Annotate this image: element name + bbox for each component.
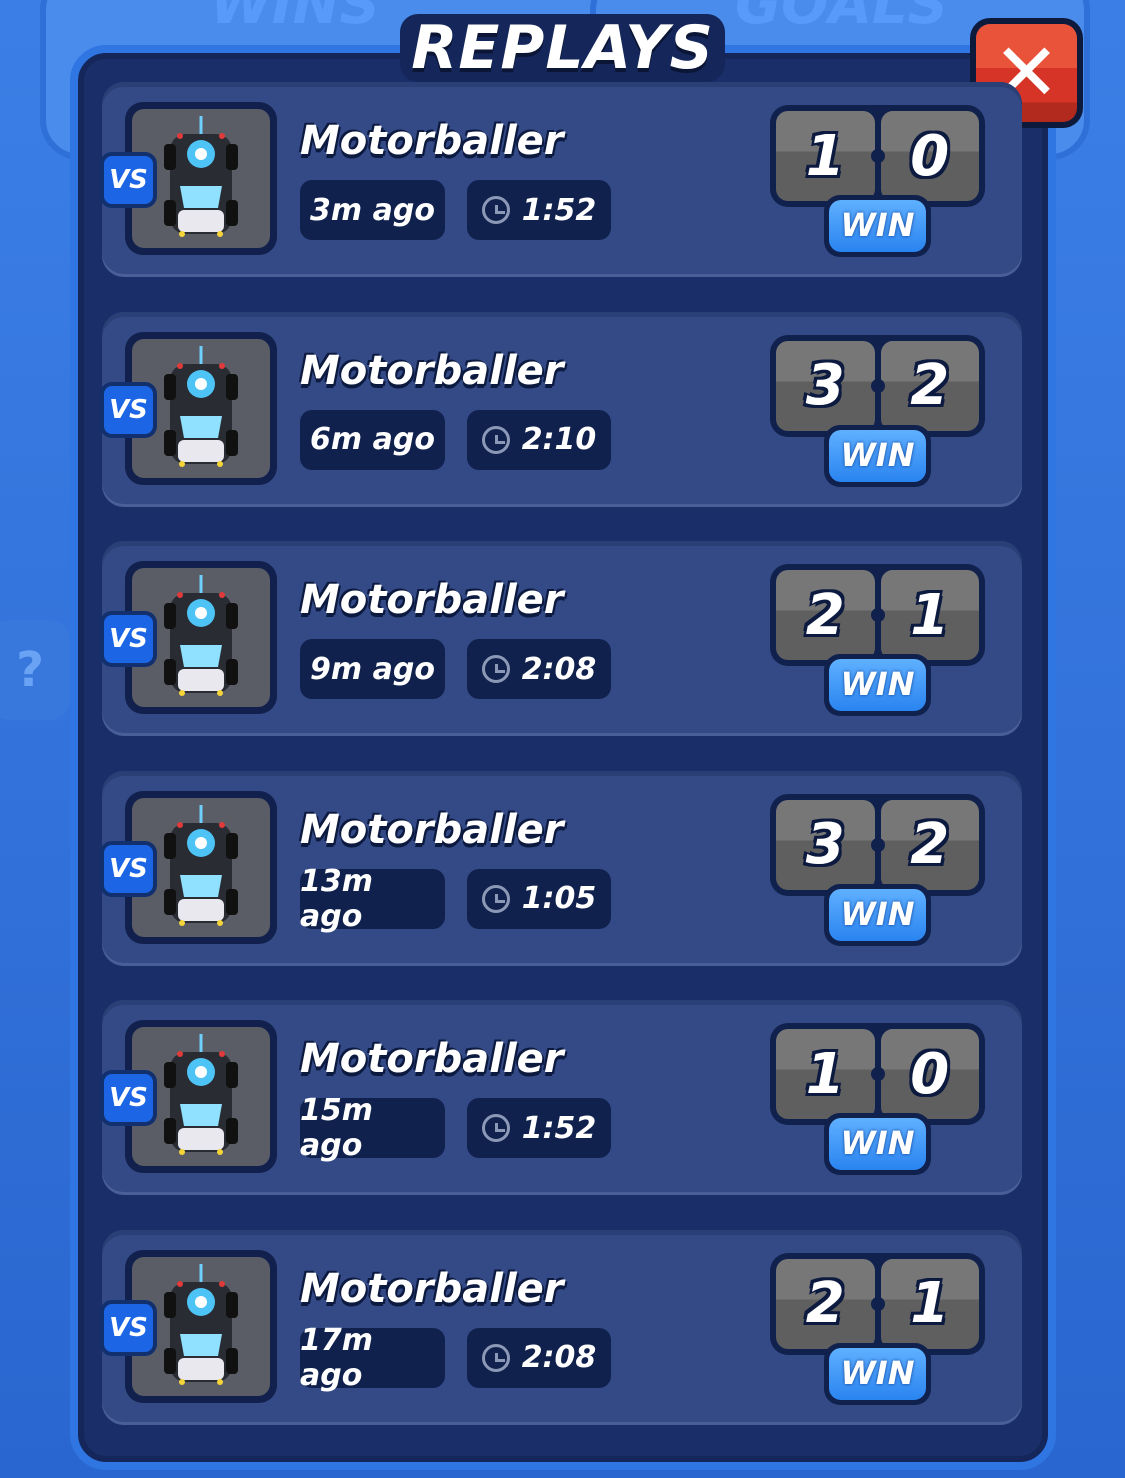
time-ago: 17m ago xyxy=(300,1323,445,1393)
result-label: WIN xyxy=(829,1347,926,1400)
scoreboard: 2 1 xyxy=(770,1252,985,1355)
result-badge: WIN xyxy=(824,1342,931,1405)
score-right: 1 xyxy=(880,1258,979,1349)
car-icon xyxy=(164,575,238,696)
score-separator xyxy=(871,837,885,852)
score-separator xyxy=(871,608,885,622)
match-duration: 2:08 xyxy=(467,639,611,699)
score-left: 2 xyxy=(776,570,875,660)
replay-card[interactable]: VS Motorballer 13m ago 1:05 3 2 WIN xyxy=(100,770,1022,966)
replay-card[interactable]: VS Motorballer 6m ago 2:10 3 2 WIN xyxy=(100,311,1022,507)
duration-value: 1:52 xyxy=(521,1110,597,1146)
scoreboard: 1 0 xyxy=(770,105,985,207)
background-goals-label: GOALS xyxy=(735,0,948,37)
stopwatch-icon xyxy=(481,655,510,683)
result-badge: WIN xyxy=(824,1113,931,1175)
match-duration: 2:08 xyxy=(467,1327,611,1388)
duration-value: 1:05 xyxy=(521,881,597,916)
result-badge: WIN xyxy=(824,424,931,487)
opponent-name: Motorballer xyxy=(300,806,564,853)
stopwatch-icon xyxy=(481,196,510,224)
car-icon xyxy=(164,804,238,926)
time-ago: 3m ago xyxy=(300,180,445,240)
score-right: 2 xyxy=(880,340,979,431)
vs-badge: VS xyxy=(100,381,157,438)
opponent-name: Motorballer xyxy=(300,1036,564,1082)
duration-value: 2:08 xyxy=(521,651,597,687)
opponent-name: Motorballer xyxy=(300,577,564,623)
result-badge: WIN xyxy=(824,654,931,716)
scoreboard: 2 1 xyxy=(770,564,985,666)
opponent-name: Motorballer xyxy=(300,347,564,394)
result-label: WIN xyxy=(829,200,926,252)
scoreboard: 1 0 xyxy=(770,1023,985,1125)
duration-value: 2:10 xyxy=(521,422,597,457)
car-icon xyxy=(164,345,238,467)
replay-card[interactable]: VS Motorballer 3m ago 1:52 1 0 WIN xyxy=(100,82,1022,277)
result-label: WIN xyxy=(829,1118,926,1170)
match-duration: 1:52 xyxy=(467,1098,611,1158)
dialog-title: REPLAYS xyxy=(400,14,725,82)
score-separator xyxy=(871,149,885,163)
score-left: 3 xyxy=(776,799,875,890)
result-badge: WIN xyxy=(824,883,931,946)
duration-value: 2:08 xyxy=(521,1340,597,1375)
vs-badge: VS xyxy=(100,611,157,667)
result-badge: WIN xyxy=(824,195,931,257)
result-label: WIN xyxy=(829,659,926,711)
scoreboard: 3 2 xyxy=(770,334,985,437)
score-separator xyxy=(871,1067,885,1081)
opponent-name: Motorballer xyxy=(300,1265,564,1312)
score-left: 3 xyxy=(776,340,875,431)
result-label: WIN xyxy=(829,429,926,482)
car-icon xyxy=(164,1034,238,1155)
stopwatch-icon xyxy=(481,425,510,454)
vs-badge: VS xyxy=(100,152,157,208)
background-wins-label: WINS xyxy=(210,0,380,37)
score-left: 2 xyxy=(776,1258,875,1349)
score-right: 0 xyxy=(880,1029,979,1119)
car-icon xyxy=(164,116,238,237)
vs-badge: VS xyxy=(100,1070,157,1126)
result-label: WIN xyxy=(829,888,926,941)
scoreboard: 3 2 xyxy=(770,793,985,896)
match-duration: 1:52 xyxy=(467,180,611,240)
stopwatch-icon xyxy=(481,1114,510,1142)
score-separator xyxy=(871,1296,885,1311)
replay-card[interactable]: VS Motorballer 17m ago 2:08 2 1 WIN xyxy=(100,1229,1022,1425)
score-right: 0 xyxy=(880,111,979,201)
vs-badge: VS xyxy=(100,840,157,897)
duration-value: 1:52 xyxy=(521,192,597,228)
stopwatch-icon xyxy=(481,1343,510,1372)
score-right: 1 xyxy=(880,570,979,660)
replay-card[interactable]: VS Motorballer 15m ago 1:52 1 0 WIN xyxy=(100,1000,1022,1195)
score-right: 2 xyxy=(880,799,979,890)
car-icon xyxy=(164,1263,238,1385)
help-button[interactable]: ? xyxy=(0,620,70,720)
match-duration: 1:05 xyxy=(467,868,611,929)
time-ago: 9m ago xyxy=(300,639,445,699)
vs-badge: VS xyxy=(100,1299,157,1356)
time-ago: 13m ago xyxy=(300,864,445,934)
stopwatch-icon xyxy=(481,884,510,913)
opponent-name: Motorballer xyxy=(300,118,564,164)
replay-card[interactable]: VS Motorballer 9m ago 2:08 2 1 WIN xyxy=(100,541,1022,736)
score-separator xyxy=(871,378,885,393)
time-ago: 6m ago xyxy=(300,409,445,470)
score-left: 1 xyxy=(776,1029,875,1119)
match-duration: 2:10 xyxy=(467,409,611,470)
score-left: 1 xyxy=(776,111,875,201)
time-ago: 15m ago xyxy=(300,1093,445,1163)
